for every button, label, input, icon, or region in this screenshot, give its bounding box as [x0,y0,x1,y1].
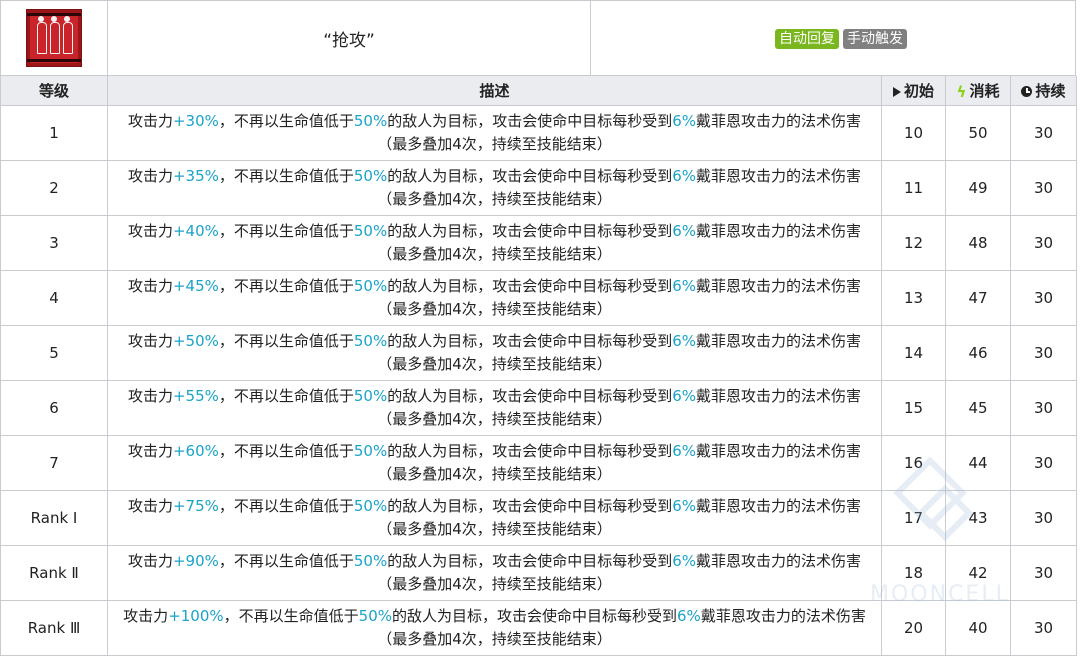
duration-cell: 30 [1010,105,1077,161]
level-cell: 7 [0,435,108,491]
description-cell: 攻击力+55%，不再以生命值低于50%的敌人为目标，攻击会使命中目标每秒受到6%… [107,380,882,436]
initial-cell: 14 [881,325,946,381]
initial-cell: 11 [881,160,946,216]
cost-cell: 40 [945,600,1011,656]
initial-cell: 15 [881,380,946,436]
cost-cell: 42 [945,545,1011,601]
description-cell: 攻击力+100%，不再以生命值低于50%的敌人为目标，攻击会使命中目标每秒受到6… [107,600,882,656]
duration-cell: 30 [1010,490,1077,546]
description-cell: 攻击力+75%，不再以生命值低于50%的敌人为目标，攻击会使命中目标每秒受到6%… [107,490,882,546]
description-cell: 攻击力+30%，不再以生命值低于50%的敌人为目标，攻击会使命中目标每秒受到6%… [107,105,882,161]
cost-cell: 50 [945,105,1011,161]
cost-cell: 49 [945,160,1011,216]
duration-cell: 30 [1010,215,1077,271]
table-header-row: 等级 描述 初始 ϟ 消耗 持续 [0,76,1077,106]
duration-cell: 30 [1010,270,1077,326]
duration-cell: 30 [1010,545,1077,601]
initial-cell: 16 [881,435,946,491]
table-row: Rank Ⅲ 攻击力+100%，不再以生命值低于50%的敌人为目标，攻击会使命中目… [0,600,1077,656]
level-cell: Rank Ⅰ [0,490,108,546]
table-row: 2 攻击力+35%，不再以生命值低于50%的敌人为目标，攻击会使命中目标每秒受到6… [0,160,1077,216]
skill-header-table: “抢攻” 自动回复 手动触发 [0,0,1076,76]
header-duration-label: 持续 [1035,82,1066,100]
tag-auto-recovery: 自动回复 [775,28,839,49]
initial-cell: 13 [881,270,946,326]
skill-name: “抢攻” [107,0,591,76]
cost-cell: 44 [945,435,1011,491]
cost-cell: 43 [945,490,1011,546]
level-cell: 3 [0,215,108,271]
table-row: 4 攻击力+45%，不再以生命值低于50%的敌人为目标，攻击会使命中目标每秒受到6… [0,270,1077,326]
skill-tags: 自动回复 手动触发 [590,0,1076,76]
table-row: 7 攻击力+60%，不再以生命值低于50%的敌人为目标，攻击会使命中目标每秒受到6… [0,435,1077,491]
level-cell: 5 [0,325,108,381]
duration-cell: 30 [1010,160,1077,216]
level-cell: 2 [0,160,108,216]
table-row: Rank Ⅱ 攻击力+90%，不再以生命值低于50%的敌人为目标，攻击会使命中目标… [0,545,1077,601]
initial-cell: 17 [881,490,946,546]
header-duration: 持续 [1010,76,1077,106]
clock-icon [1021,86,1033,97]
table-row: 6 攻击力+55%，不再以生命值低于50%的敌人为目标，攻击会使命中目标每秒受到6… [0,380,1077,436]
table-row: 5 攻击力+50%，不再以生命值低于50%的敌人为目标，攻击会使命中目标每秒受到6… [0,325,1077,381]
header-initial-label: 初始 [903,82,934,100]
duration-cell: 30 [1010,600,1077,656]
description-cell: 攻击力+50%，不再以生命值低于50%的敌人为目标，攻击会使命中目标每秒受到6%… [107,325,882,381]
table-row: 3 攻击力+40%，不再以生命值低于50%的敌人为目标，攻击会使命中目标每秒受到6… [0,215,1077,271]
description-cell: 攻击力+45%，不再以生命值低于50%的敌人为目标，攻击会使命中目标每秒受到6%… [107,270,882,326]
duration-cell: 30 [1010,325,1077,381]
header-level: 等级 [0,76,108,106]
description-cell: 攻击力+60%，不再以生命值低于50%的敌人为目标，攻击会使命中目标每秒受到6%… [107,435,882,491]
level-cell: 4 [0,270,108,326]
skill-icon [26,9,82,67]
header-cost: ϟ 消耗 [945,76,1011,106]
duration-cell: 30 [1010,435,1077,491]
initial-cell: 10 [881,105,946,161]
level-cell: Rank Ⅱ [0,545,108,601]
initial-cell: 18 [881,545,946,601]
header-cost-label: 消耗 [969,82,1000,100]
cost-cell: 47 [945,270,1011,326]
skill-icon-cell [0,0,108,76]
skill-level-table: 等级 描述 初始 ϟ 消耗 持续 1 攻击力+30%，不再以生命值低于50%的敌人为… [0,76,1077,656]
cost-cell: 46 [945,325,1011,381]
table-row: 1 攻击力+30%，不再以生命值低于50%的敌人为目标，攻击会使命中目标每秒受到6… [0,105,1077,161]
description-cell: 攻击力+35%，不再以生命值低于50%的敌人为目标，攻击会使命中目标每秒受到6%… [107,160,882,216]
table-row: Rank Ⅰ 攻击力+75%，不再以生命值低于50%的敌人为目标，攻击会使命中目标… [0,490,1077,546]
level-cell: 1 [0,105,108,161]
duration-cell: 30 [1010,380,1077,436]
header-initial: 初始 [881,76,946,106]
cost-cell: 45 [945,380,1011,436]
header-description: 描述 [107,76,882,106]
initial-cell: 12 [881,215,946,271]
level-cell: Rank Ⅲ [0,600,108,656]
tag-manual-trigger: 手动触发 [843,28,907,49]
play-icon [892,87,901,97]
description-cell: 攻击力+90%，不再以生命值低于50%的敌人为目标，攻击会使命中目标每秒受到6%… [107,545,882,601]
cost-cell: 48 [945,215,1011,271]
description-cell: 攻击力+40%，不再以生命值低于50%的敌人为目标，攻击会使命中目标每秒受到6%… [107,215,882,271]
initial-cell: 20 [881,600,946,656]
level-cell: 6 [0,380,108,436]
table-body: 1 攻击力+30%，不再以生命值低于50%的敌人为目标，攻击会使命中目标每秒受到6… [0,105,1077,656]
lightning-icon: ϟ [956,83,967,101]
